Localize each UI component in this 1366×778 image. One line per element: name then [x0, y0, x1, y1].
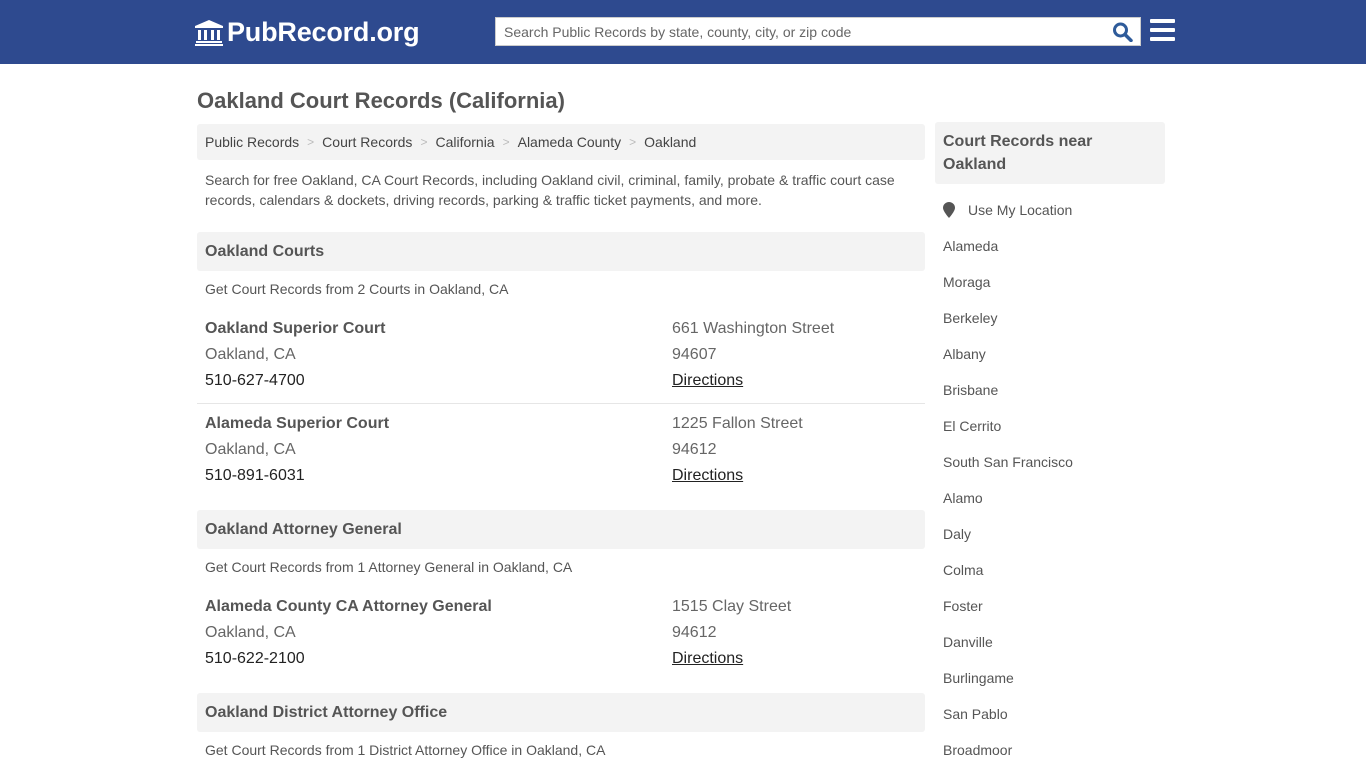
- intro-text: Search for free Oakland, CA Court Record…: [205, 172, 895, 208]
- nearby-city-item: Burlingame: [943, 670, 1073, 706]
- section-header-district-attorney: Oakland District Attorney Office: [197, 693, 925, 732]
- nearby-city-link[interactable]: Albany: [943, 346, 986, 362]
- nearby-city-item: Brisbane: [943, 382, 1073, 418]
- site-logo[interactable]: PubRecord.org: [195, 17, 420, 48]
- section-subtitle-district-attorney: Get Court Records from 1 District Attorn…: [205, 742, 606, 758]
- entry-divider: [197, 403, 925, 404]
- directions-link[interactable]: Directions: [672, 650, 743, 668]
- nearby-city-item: South San Francisco: [943, 454, 1073, 490]
- breadcrumb-separator: >: [420, 135, 428, 149]
- entry-street: 1225 Fallon Street: [672, 415, 803, 432]
- entry-phone[interactable]: 510-891-6031: [205, 467, 305, 485]
- search-bar: [495, 17, 1141, 46]
- nearby-city-item: Broadmoor: [943, 742, 1073, 778]
- sidebar-title: Court Records near Oakland: [935, 122, 1165, 184]
- breadcrumb-alameda-county[interactable]: Alameda County: [518, 134, 622, 150]
- entry-name: Oakland Superior Court: [205, 320, 386, 337]
- directions-link[interactable]: Directions: [672, 467, 743, 485]
- top-navigation-bar: PubRecord.org: [0, 0, 1366, 64]
- nearby-city-link[interactable]: Moraga: [943, 274, 990, 290]
- nearby-city-item: Alamo: [943, 490, 1073, 526]
- entry-name: Alameda Superior Court: [205, 415, 390, 432]
- directions-link[interactable]: Directions: [672, 372, 743, 390]
- breadcrumb: Public Records > Court Records > Califor…: [197, 124, 925, 160]
- section-header-attorney-general: Oakland Attorney General: [197, 510, 925, 549]
- nearby-city-link[interactable]: Berkeley: [943, 310, 997, 326]
- nearby-city-link[interactable]: Colma: [943, 562, 983, 578]
- nearby-city-link[interactable]: Brisbane: [943, 382, 998, 398]
- section-subtitle-courts: Get Court Records from 2 Courts in Oakla…: [205, 281, 509, 297]
- nearby-cities-list: Alameda Moraga Berkeley Albany Brisbane …: [943, 238, 1073, 778]
- entry-name: Alameda County CA Attorney General: [205, 598, 492, 615]
- entry-city: Oakland, CA: [205, 441, 296, 458]
- nearby-city-item: Daly: [943, 526, 1073, 562]
- section-subtitle-attorney-general: Get Court Records from 1 Attorney Genera…: [205, 559, 573, 575]
- breadcrumb-california[interactable]: California: [435, 134, 494, 150]
- search-input[interactable]: [496, 18, 1106, 45]
- entry-phone[interactable]: 510-627-4700: [205, 372, 305, 390]
- nearby-city-item: Colma: [943, 562, 1073, 598]
- search-icon[interactable]: [1112, 22, 1134, 42]
- nearby-city-item: San Pablo: [943, 706, 1073, 742]
- entry-city: Oakland, CA: [205, 346, 296, 363]
- breadcrumb-oakland[interactable]: Oakland: [644, 134, 696, 150]
- nearby-city-link[interactable]: Daly: [943, 526, 971, 542]
- entry-phone[interactable]: 510-622-2100: [205, 650, 305, 668]
- breadcrumb-separator: >: [629, 135, 637, 149]
- breadcrumb-public-records[interactable]: Public Records: [205, 134, 299, 150]
- nearby-city-link[interactable]: Broadmoor: [943, 742, 1012, 758]
- courthouse-icon: [195, 19, 223, 46]
- hamburger-menu-icon[interactable]: [1150, 19, 1175, 42]
- nearby-city-item: Albany: [943, 346, 1073, 382]
- entry-zip: 94612: [672, 441, 717, 458]
- nearby-city-item: Alameda: [943, 238, 1073, 274]
- nearby-city-item: Danville: [943, 634, 1073, 670]
- use-my-location-link[interactable]: Use My Location: [943, 202, 1072, 218]
- nearby-city-link[interactable]: Burlingame: [943, 670, 1014, 686]
- breadcrumb-separator: >: [502, 135, 510, 149]
- nearby-city-item: El Cerrito: [943, 418, 1073, 454]
- entry-city: Oakland, CA: [205, 624, 296, 641]
- entry-zip: 94612: [672, 624, 717, 641]
- nearby-city-item: Moraga: [943, 274, 1073, 310]
- page-title: Oakland Court Records (California): [197, 88, 565, 113]
- nearby-city-item: Berkeley: [943, 310, 1073, 346]
- logo-text: PubRecord.org: [227, 17, 420, 47]
- nearby-city-link[interactable]: Danville: [943, 634, 993, 650]
- nearby-city-link[interactable]: Foster: [943, 598, 983, 614]
- section-header-courts: Oakland Courts: [197, 232, 925, 271]
- use-my-location-label: Use My Location: [968, 202, 1073, 218]
- map-pin-icon: [943, 202, 955, 218]
- nearby-city-link[interactable]: San Pablo: [943, 706, 1008, 722]
- breadcrumb-court-records[interactable]: Court Records: [322, 134, 412, 150]
- nearby-city-item: Foster: [943, 598, 1073, 634]
- breadcrumb-separator: >: [307, 135, 315, 149]
- nearby-city-link[interactable]: Alamo: [943, 490, 983, 506]
- entry-street: 1515 Clay Street: [672, 598, 792, 615]
- nearby-city-link[interactable]: South San Francisco: [943, 454, 1073, 470]
- entry-street: 661 Washington Street: [672, 320, 835, 337]
- nearby-city-link[interactable]: El Cerrito: [943, 418, 1001, 434]
- entry-zip: 94607: [672, 346, 717, 363]
- nearby-city-link[interactable]: Alameda: [943, 238, 998, 254]
